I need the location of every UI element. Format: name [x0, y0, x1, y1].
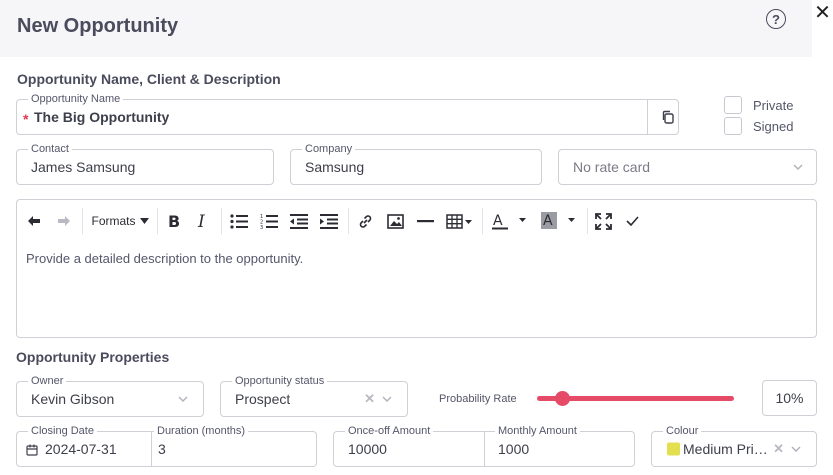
image-icon[interactable]	[385, 210, 405, 232]
duration-input[interactable]: 3	[158, 441, 166, 457]
private-checkbox[interactable]	[724, 96, 742, 114]
duration-label: Duration (months)	[154, 425, 249, 437]
table-icon[interactable]	[444, 210, 474, 232]
dialog-header: New Opportunity ?	[0, 0, 812, 57]
formats-label: Formats	[91, 214, 136, 228]
editor-body-text[interactable]: Provide a detailed description to the op…	[26, 251, 303, 266]
background-color-icon[interactable]: A	[539, 210, 579, 232]
opportunity-status-select[interactable]: Opportunity status Prospect ✕	[220, 375, 408, 417]
private-label: Private	[753, 97, 794, 113]
toolbar-separator	[221, 208, 222, 234]
rate-card-placeholder: No rate card	[573, 159, 651, 175]
help-icon[interactable]: ?	[766, 9, 786, 29]
calendar-icon[interactable]	[26, 443, 38, 456]
toolbar-separator	[587, 208, 588, 234]
text-color-icon[interactable]: A	[490, 210, 530, 232]
outdent-icon[interactable]	[289, 210, 309, 232]
monthly-amount-input[interactable]: 1000	[498, 441, 529, 457]
section-heading-properties: Opportunity Properties	[16, 349, 170, 365]
opportunity-name-field[interactable]: Opportunity Name * The Big Opportunity	[16, 93, 679, 135]
toolbar-separator	[482, 208, 483, 234]
contact-label: Contact	[28, 143, 72, 155]
company-input[interactable]: Samsung	[305, 159, 364, 175]
description-editor[interactable]: Formats B I 123 A A Provide a detailed d…	[16, 199, 817, 338]
signed-checkbox-row[interactable]: Signed	[724, 117, 793, 135]
amount-group: Once-off Amount 10000 Monthly Amount 100…	[333, 425, 635, 467]
field-divider	[647, 100, 648, 134]
dialog-title: New Opportunity	[17, 15, 179, 37]
owner-label: Owner	[28, 375, 67, 387]
colour-label: Colour	[663, 425, 702, 437]
company-label: Company	[302, 143, 356, 155]
colour-swatch	[667, 442, 680, 456]
probability-slider[interactable]	[537, 391, 734, 406]
contact-input[interactable]: James Samsung	[31, 159, 135, 175]
probability-slider-thumb[interactable]	[555, 391, 570, 406]
status-label: Opportunity status	[232, 375, 328, 387]
company-field[interactable]: Company Samsung	[290, 143, 542, 185]
field-divider	[151, 432, 152, 466]
svg-text:3: 3	[260, 225, 263, 229]
caret-down-icon	[139, 218, 149, 224]
svg-text:A: A	[543, 213, 553, 229]
copy-icon[interactable]	[660, 109, 676, 125]
svg-text:B: B	[168, 213, 180, 229]
svg-text:A: A	[493, 213, 503, 229]
closing-duration-group: Closing Date 2024-07-31 Duration (months…	[16, 425, 317, 467]
required-asterisk: *	[23, 111, 29, 127]
closing-date-input[interactable]: 2024-07-31	[45, 441, 117, 457]
closing-date-label: Closing Date	[28, 425, 97, 437]
opportunity-name-label: Opportunity Name	[28, 93, 124, 105]
signed-checkbox[interactable]	[724, 117, 742, 135]
horizontal-rule-icon[interactable]	[415, 210, 435, 232]
probability-label: Probability Rate	[439, 393, 517, 405]
chevron-down-icon	[178, 396, 188, 402]
owner-value: Kevin Gibson	[31, 391, 115, 407]
monthly-amount-label: Monthly Amount	[495, 425, 580, 437]
italic-icon[interactable]: I	[194, 210, 212, 232]
numbered-list-icon[interactable]: 123	[259, 210, 279, 232]
checkmark-icon[interactable]	[622, 210, 642, 232]
field-divider	[484, 432, 485, 466]
editor-toolbar: Formats B I 123 A A	[17, 200, 816, 243]
indent-icon[interactable]	[319, 210, 339, 232]
undo-icon[interactable]	[25, 210, 43, 232]
close-icon[interactable]: ✕	[812, 0, 833, 24]
clear-icon[interactable]: ✕	[773, 441, 784, 457]
clear-icon[interactable]: ✕	[364, 391, 375, 407]
svg-text:I: I	[197, 213, 205, 229]
owner-select[interactable]: Owner Kevin Gibson	[16, 375, 204, 417]
chevron-down-icon	[793, 164, 803, 170]
toolbar-separator	[157, 208, 158, 234]
probability-input[interactable]: 10%	[762, 380, 817, 416]
formats-dropdown[interactable]: Formats	[91, 210, 149, 232]
section-heading-main: Opportunity Name, Client & Description	[17, 71, 281, 87]
toolbar-separator	[348, 208, 349, 234]
fullscreen-icon[interactable]	[593, 210, 613, 232]
chevron-down-icon	[382, 396, 392, 402]
once-off-amount-label: Once-off Amount	[345, 425, 434, 437]
opportunity-name-input[interactable]: The Big Opportunity	[34, 109, 169, 125]
colour-select[interactable]: Colour Medium Prio... ✕	[651, 425, 817, 467]
chevron-down-icon	[791, 446, 801, 452]
toolbar-separator	[82, 208, 83, 234]
redo-icon[interactable]	[55, 210, 73, 232]
status-value: Prospect	[235, 391, 291, 407]
probability-value[interactable]: 10%	[763, 390, 816, 406]
link-icon[interactable]	[355, 210, 375, 232]
bold-icon[interactable]: B	[164, 210, 182, 232]
bullet-list-icon[interactable]	[229, 210, 249, 232]
once-off-amount-input[interactable]: 10000	[348, 441, 387, 457]
signed-label: Signed	[753, 118, 794, 134]
contact-field[interactable]: Contact James Samsung	[16, 143, 274, 185]
colour-value: Medium Prio...	[683, 441, 773, 457]
rate-card-select[interactable]: No rate card	[558, 149, 817, 185]
private-checkbox-row[interactable]: Private	[724, 96, 793, 114]
